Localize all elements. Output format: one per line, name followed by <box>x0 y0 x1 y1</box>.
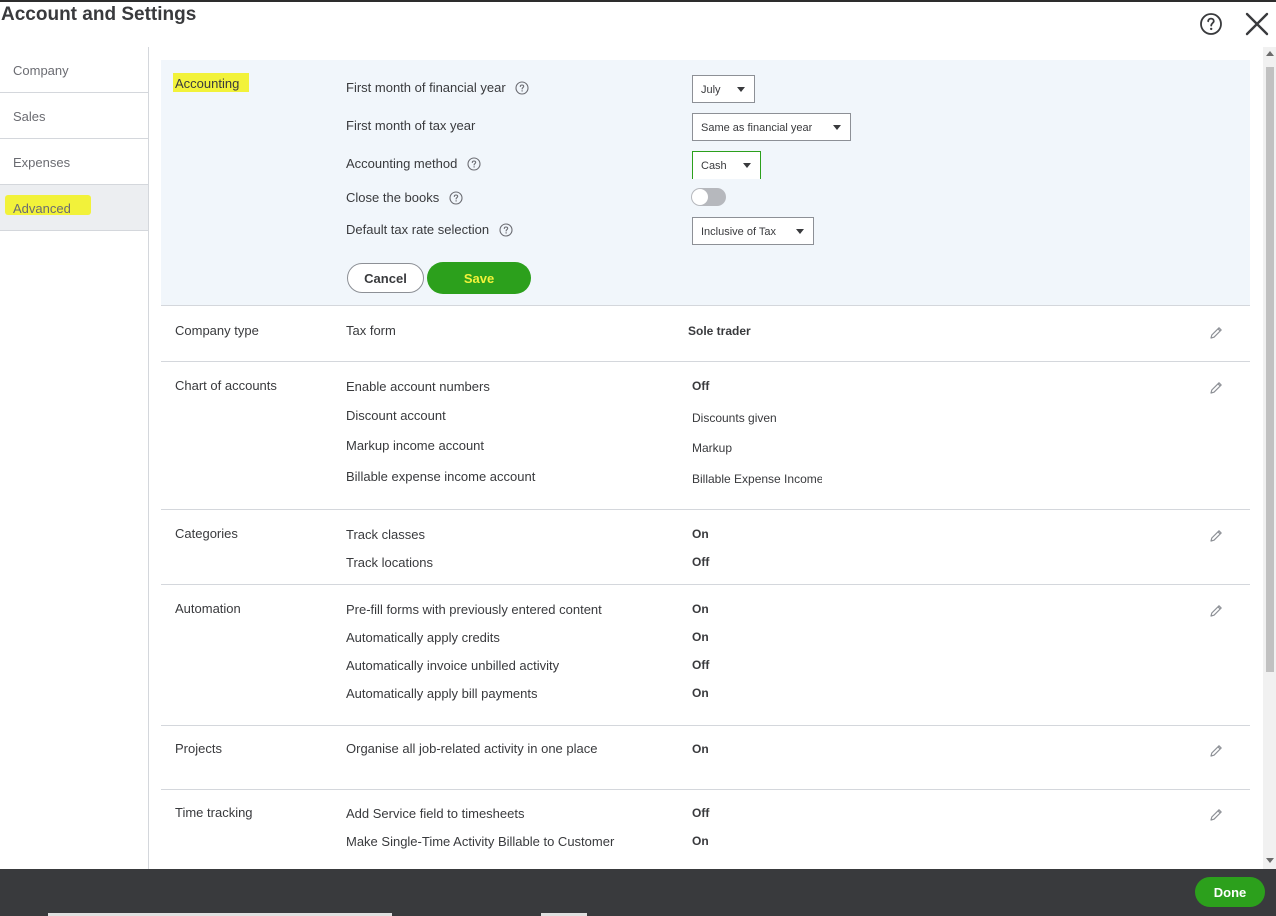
row-value: Off <box>692 806 710 820</box>
row-label-text: Close the books <box>346 190 440 205</box>
row-value: On <box>692 527 709 541</box>
footer-bar: Done <box>0 869 1276 916</box>
row-label: Automatically invoice unbilled activity <box>346 658 560 673</box>
caret-down-icon <box>796 229 804 234</box>
row-value: Markup <box>692 441 733 455</box>
row-label-text: Default tax rate selection <box>346 222 490 237</box>
caret-down-icon <box>833 125 841 130</box>
row-label: Tax form <box>346 323 396 338</box>
sidebar-item-sales[interactable]: Sales <box>0 93 148 139</box>
row-value: Discounts given <box>692 411 777 425</box>
row-label: Billable expense income account <box>346 469 536 484</box>
caret-down-icon <box>737 87 745 92</box>
close-books-toggle[interactable] <box>691 188 726 206</box>
help-icon[interactable] <box>1199 12 1223 36</box>
pencil-edit-icon[interactable] <box>1208 528 1224 544</box>
section-label-accounting: Accounting <box>175 76 240 91</box>
section-label-time-tracking: Time tracking <box>175 805 253 820</box>
scroll-down-arrow-icon[interactable] <box>1266 858 1274 863</box>
sidebar-item-label: Sales <box>13 109 46 124</box>
default-tax-select[interactable]: Inclusive of Tax <box>692 217 814 245</box>
cancel-button[interactable]: Cancel <box>347 263 424 293</box>
done-button[interactable]: Done <box>1195 877 1265 907</box>
accounting-method-select[interactable]: Cash <box>692 151 761 179</box>
question-icon[interactable] <box>467 157 481 171</box>
default-tax-label: Default tax rate selection <box>346 222 513 237</box>
sidebar-item-advanced[interactable]: Advanced <box>0 185 148 231</box>
sidebar-item-label: Expenses <box>13 155 71 170</box>
row-label-text: First month of financial year <box>346 80 506 95</box>
section-divider <box>161 584 1250 585</box>
first-month-fy-select[interactable]: July <box>692 75 755 103</box>
accounting-method-label: Accounting method <box>346 156 481 171</box>
section-label-chart-of-accounts: Chart of accounts <box>175 378 277 393</box>
row-value: On <box>692 630 709 644</box>
section-divider <box>161 509 1250 510</box>
top-border <box>0 0 1276 2</box>
select-value: Cash <box>701 160 727 172</box>
row-value: On <box>692 686 709 700</box>
page-title: Account and Settings <box>1 4 197 25</box>
row-value: Off <box>692 379 710 393</box>
caret-down-icon <box>743 163 751 168</box>
scroll-up-arrow-icon[interactable] <box>1266 51 1274 56</box>
row-label-text: Accounting method <box>346 156 458 171</box>
sidebar-item-label: Advanced <box>13 201 71 216</box>
row-label: Pre-fill forms with previously entered c… <box>346 602 602 617</box>
row-label: Automatically apply credits <box>346 630 500 645</box>
row-label: Discount account <box>346 408 446 423</box>
section-label-categories: Categories <box>175 526 238 541</box>
pencil-edit-icon[interactable] <box>1208 743 1224 759</box>
save-button[interactable]: Save <box>427 262 531 294</box>
row-value: On <box>692 742 709 756</box>
row-value: Billable Expense Income <box>692 472 822 486</box>
row-label: Enable account numbers <box>346 379 490 394</box>
pencil-edit-icon[interactable] <box>1208 380 1224 396</box>
sidebar: Company Sales Expenses Advanced <box>0 47 149 869</box>
section-divider <box>161 789 1250 790</box>
close-books-label: Close the books <box>346 190 463 205</box>
question-icon[interactable] <box>515 81 529 95</box>
row-label: Track classes <box>346 527 425 542</box>
row-value: Sole trader <box>688 324 751 338</box>
row-label: Add Service field to timesheets <box>346 806 525 821</box>
select-value: Inclusive of Tax <box>701 226 777 238</box>
section-divider <box>161 725 1250 726</box>
sidebar-item-label: Company <box>13 63 69 78</box>
question-icon[interactable] <box>449 191 463 205</box>
question-icon[interactable] <box>499 223 513 237</box>
vertical-scrollbar[interactable] <box>1263 47 1276 869</box>
row-value: On <box>692 834 709 848</box>
row-label: Track locations <box>346 555 433 570</box>
pencil-edit-icon[interactable] <box>1208 603 1224 619</box>
first-month-fy-label: First month of financial year <box>346 80 529 95</box>
pencil-edit-icon[interactable] <box>1208 325 1224 341</box>
row-value: On <box>692 602 709 616</box>
toggle-knob <box>692 189 708 205</box>
select-value: July <box>701 84 721 96</box>
sidebar-item-expenses[interactable]: Expenses <box>0 139 148 185</box>
row-label: Markup income account <box>346 438 485 453</box>
row-value: Off <box>692 658 710 672</box>
sidebar-item-company[interactable]: Company <box>0 47 148 93</box>
pencil-edit-icon[interactable] <box>1208 807 1224 823</box>
section-label-projects: Projects <box>175 741 222 756</box>
first-month-tax-label: First month of tax year <box>346 118 476 133</box>
section-divider <box>161 361 1250 362</box>
first-month-tax-select[interactable]: Same as financial year <box>692 113 851 141</box>
section-label-company-type: Company type <box>175 323 259 338</box>
scroll-thumb[interactable] <box>1266 67 1274 672</box>
row-value: Off <box>692 555 710 569</box>
select-value: Same as financial year <box>701 122 813 134</box>
row-label: Make Single-Time Activity Billable to Cu… <box>346 834 615 849</box>
close-icon[interactable] <box>1243 10 1271 38</box>
row-label: Organise all job-related activity in one… <box>346 741 598 756</box>
section-label-automation: Automation <box>175 601 241 616</box>
row-label: Automatically apply bill payments <box>346 686 538 701</box>
